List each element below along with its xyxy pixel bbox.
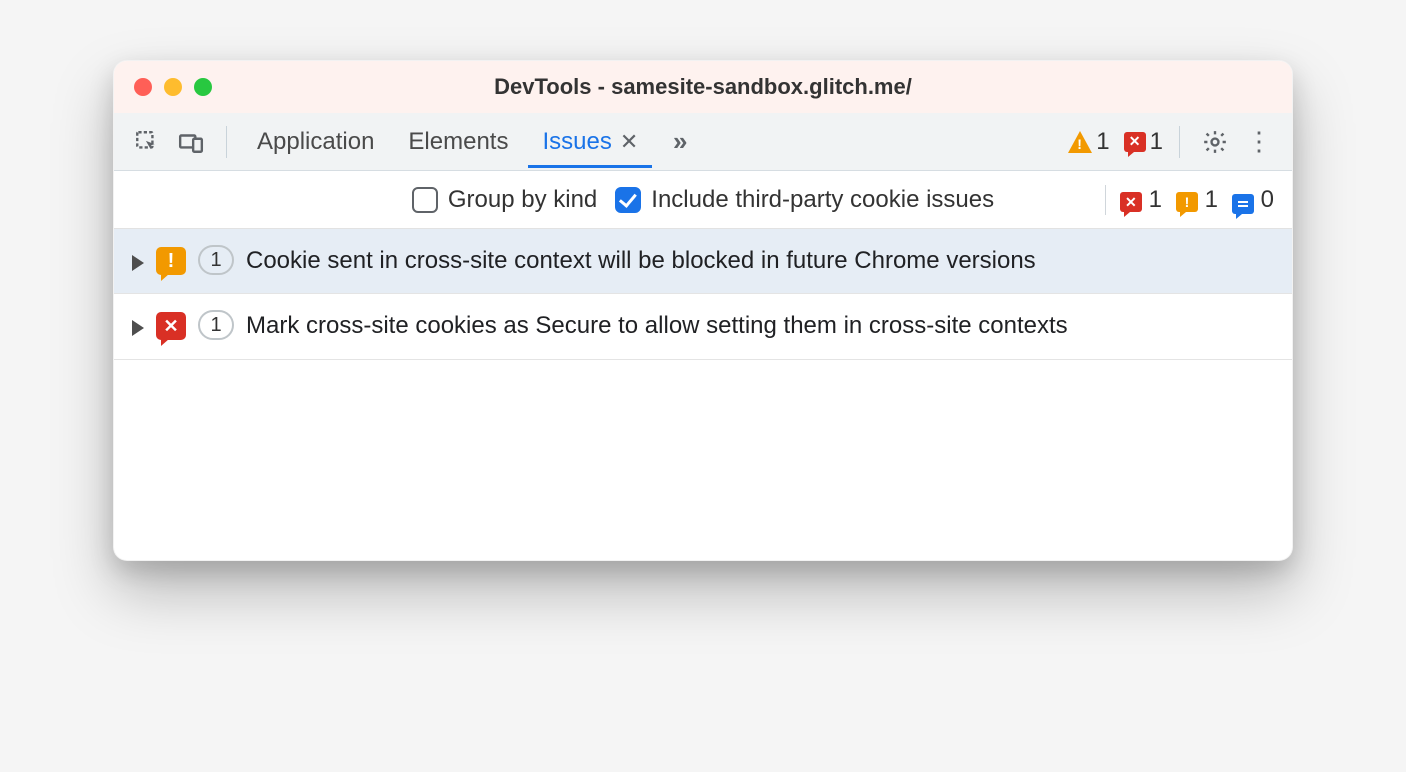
main-toolbar: Application Elements Issues ✕ » 1 ✕ 1 ⋮	[114, 113, 1292, 171]
more-tabs-button[interactable]: »	[658, 123, 696, 161]
close-tab-icon[interactable]: ✕	[620, 129, 638, 155]
issue-row[interactable]: ✕ 1 Mark cross-site cookies as Secure to…	[114, 294, 1292, 359]
group-by-kind-label: Group by kind	[448, 186, 597, 214]
group-by-kind-toggle[interactable]: Group by kind	[412, 186, 597, 214]
device-toggle-icon[interactable]	[172, 123, 210, 161]
header-error-value: 1	[1150, 128, 1163, 156]
tab-application[interactable]: Application	[243, 116, 388, 168]
header-error-count[interactable]: ✕ 1	[1124, 128, 1163, 156]
header-warning-count[interactable]: 1	[1068, 128, 1109, 156]
filter-info-count[interactable]: 0	[1232, 186, 1274, 214]
group-by-kind-checkbox[interactable]	[412, 187, 438, 213]
tab-issues-label: Issues	[542, 128, 611, 156]
info-badge-icon	[1232, 194, 1254, 214]
chevron-right-icon: »	[673, 126, 681, 157]
more-menu-button[interactable]: ⋮	[1240, 123, 1278, 161]
toolbar-divider	[226, 126, 227, 158]
empty-area	[114, 360, 1292, 560]
include-third-party-checkbox[interactable]	[615, 187, 641, 213]
issues-list: ! 1 Cookie sent in cross-site context wi…	[114, 229, 1292, 360]
inspect-element-icon[interactable]	[128, 123, 166, 161]
filter-error-count[interactable]: ✕ 1	[1120, 186, 1162, 214]
tab-issues[interactable]: Issues ✕	[528, 116, 652, 168]
zoom-window-button[interactable]	[194, 78, 212, 96]
devtools-window: DevTools - samesite-sandbox.glitch.me/ A…	[113, 60, 1293, 561]
issue-title: Cookie sent in cross-site context will b…	[246, 245, 1076, 277]
close-window-button[interactable]	[134, 78, 152, 96]
minimize-window-button[interactable]	[164, 78, 182, 96]
subbar-divider	[1105, 185, 1106, 215]
issue-count-pill: 1	[198, 310, 234, 340]
traffic-lights	[134, 78, 212, 96]
warning-speech-icon: !	[156, 247, 186, 275]
filter-warning-count[interactable]: ! 1	[1176, 186, 1218, 214]
issue-count-pill: 1	[198, 245, 234, 275]
filter-error-value: 1	[1149, 186, 1162, 213]
expand-icon[interactable]	[132, 320, 144, 336]
tab-elements[interactable]: Elements	[394, 116, 522, 168]
header-warning-value: 1	[1096, 128, 1109, 156]
warning-badge-icon: !	[1176, 192, 1198, 212]
issue-row[interactable]: ! 1 Cookie sent in cross-site context wi…	[114, 229, 1292, 294]
issues-toolbar: Group by kind Include third-party cookie…	[114, 171, 1292, 229]
settings-button[interactable]	[1196, 123, 1234, 161]
toolbar-divider-2	[1179, 126, 1180, 158]
filter-info-value: 0	[1261, 186, 1274, 213]
window-title: DevTools - samesite-sandbox.glitch.me/	[114, 74, 1292, 100]
expand-icon[interactable]	[132, 255, 144, 271]
error-speech-icon: ✕	[156, 312, 186, 340]
titlebar: DevTools - samesite-sandbox.glitch.me/	[114, 61, 1292, 113]
issue-title: Mark cross-site cookies as Secure to all…	[246, 310, 1108, 342]
error-badge-icon: ✕	[1120, 192, 1142, 212]
include-third-party-toggle[interactable]: Include third-party cookie issues	[615, 186, 994, 214]
filter-warning-value: 1	[1205, 186, 1218, 213]
include-third-party-label: Include third-party cookie issues	[651, 186, 994, 214]
warning-triangle-icon	[1068, 131, 1092, 153]
error-badge-icon: ✕	[1124, 132, 1146, 152]
